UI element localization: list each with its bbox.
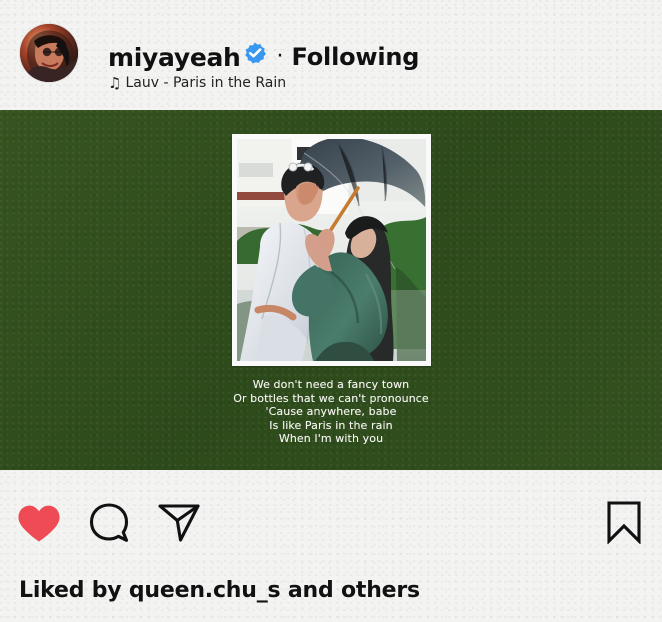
music-note-icon: ♫ xyxy=(108,74,122,92)
paper-plane-icon[interactable] xyxy=(157,502,201,544)
user-line: miyayeah · Following xyxy=(108,41,419,73)
profile-avatar[interactable] xyxy=(20,24,78,82)
post-actions xyxy=(0,490,662,560)
heart-icon[interactable] xyxy=(17,503,61,543)
instagram-post: miyayeah · Following ♫ Lauv - Paris in t… xyxy=(0,0,662,622)
post-header: miyayeah · Following ♫ Lauv - Paris in t… xyxy=(0,0,662,108)
bookmark-icon[interactable] xyxy=(605,500,643,544)
lyric-line: Or bottles that we can't pronounce xyxy=(233,391,429,405)
comment-icon[interactable] xyxy=(88,502,130,544)
photo-illustration xyxy=(237,139,426,361)
username[interactable]: miyayeah xyxy=(108,43,241,72)
lyric-line: We don't need a fancy town xyxy=(252,378,410,391)
avatar-image xyxy=(20,24,78,82)
lyric-line: Is like Paris in the rain xyxy=(269,418,393,432)
song-lyrics: We don't need a fancy town Or bottles th… xyxy=(200,378,462,446)
lyric-line: When I'm with you xyxy=(278,432,384,446)
music-attribution[interactable]: ♫ Lauv - Paris in the Rain xyxy=(108,74,286,92)
liked-by-text[interactable]: Liked by queen.chu_s and others xyxy=(19,578,420,603)
music-track-label: Lauv - Paris in the Rain xyxy=(125,75,287,91)
polaroid-frame xyxy=(232,134,431,366)
verified-badge-icon xyxy=(244,42,266,64)
lyric-line: 'Cause anywhere, babe xyxy=(265,405,397,419)
separator-dot: · xyxy=(276,43,284,69)
couple-umbrella-photo xyxy=(237,139,426,361)
following-button[interactable]: Following xyxy=(292,43,420,71)
post-media[interactable]: We don't need a fancy town Or bottles th… xyxy=(0,110,662,470)
